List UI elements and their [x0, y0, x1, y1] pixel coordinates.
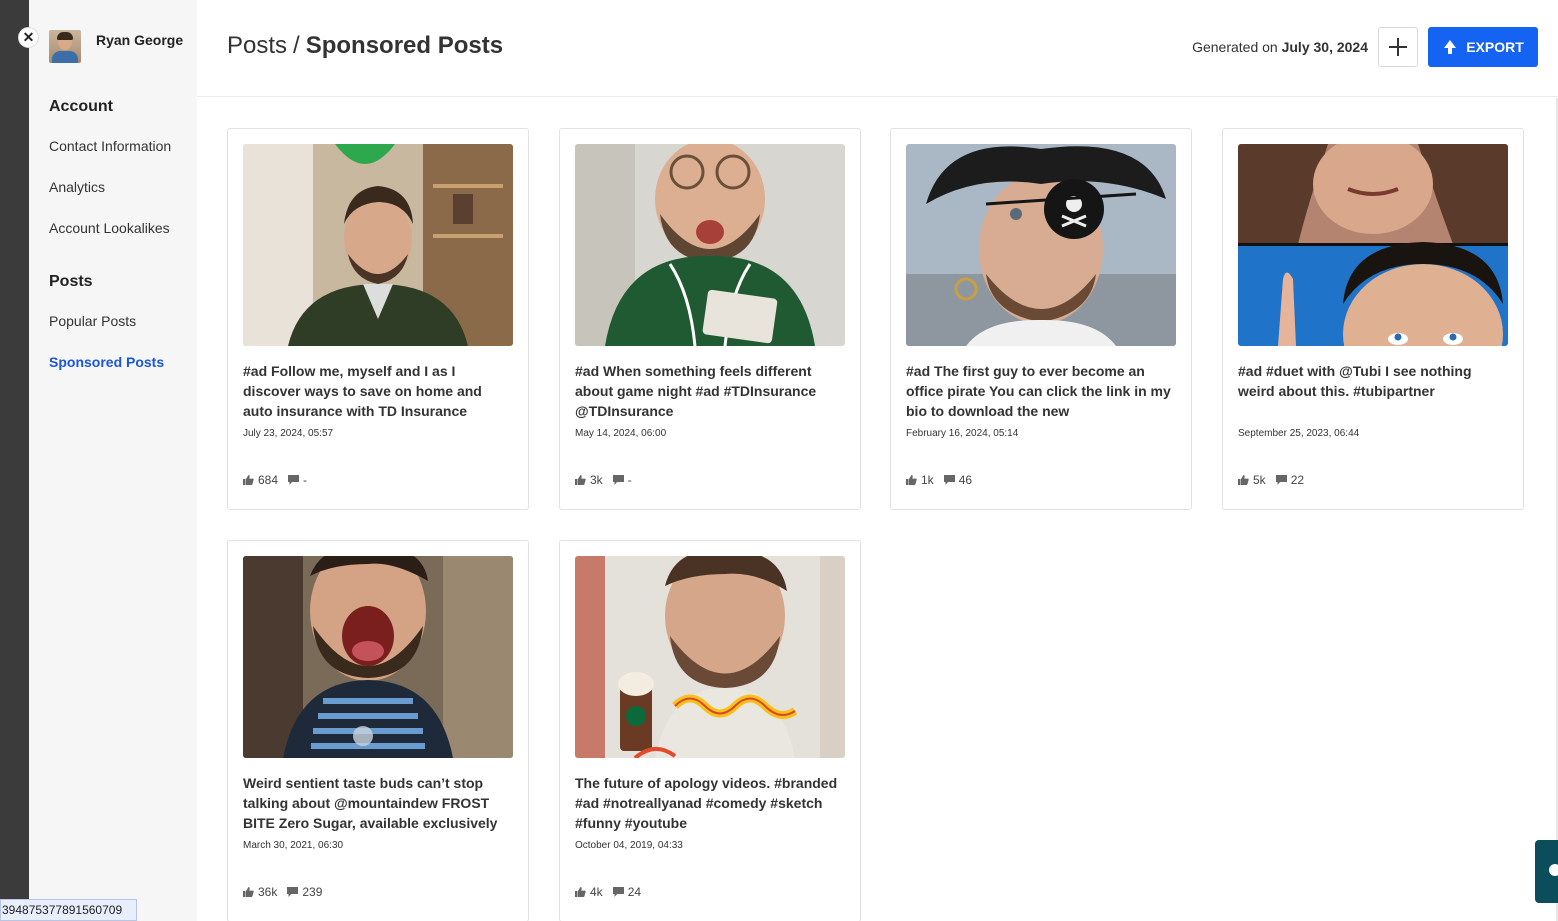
post-stats: 3k -: [575, 473, 642, 487]
post-caption: The future of apology videos. #branded #…: [575, 775, 838, 831]
comment-icon: [943, 475, 955, 485]
comment-count: -: [627, 473, 632, 487]
post-caption: Weird sentient taste buds can’t stop tal…: [243, 775, 498, 831]
post-card[interactable]: #ad #duet with @Tubi I see nothing weird…: [1222, 128, 1524, 510]
post-date: October 04, 2019, 04:33: [575, 840, 683, 851]
post-date: February 16, 2024, 05:14: [906, 428, 1019, 439]
status-id-tag: 394875377891560709: [0, 899, 137, 921]
comment-icon: [612, 887, 624, 897]
plus-icon: [1389, 38, 1407, 56]
sidebar-item-account-lookalikes[interactable]: Account Lookalikes: [49, 220, 170, 236]
post-stats: 1k 46: [906, 473, 982, 487]
post-caption: #ad The first guy to ever become an offi…: [906, 363, 1171, 419]
sidebar-heading-account: Account: [49, 98, 113, 115]
like-count: 36k: [258, 885, 278, 899]
post-thumbnail[interactable]: [243, 556, 513, 758]
post-card[interactable]: #ad Follow me, myself and I as I discove…: [227, 128, 529, 510]
like-count: 4k: [590, 885, 603, 899]
comment-count: 24: [627, 885, 642, 899]
posts-grid: #ad Follow me, myself and I as I discove…: [197, 98, 1558, 921]
sidebar: Ryan George Account Contact Information …: [29, 0, 197, 921]
thumbs-up-icon: [243, 475, 254, 485]
profile-name: Ryan George: [96, 32, 184, 48]
sidebar-item-analytics[interactable]: Analytics: [49, 179, 105, 195]
post-date: July 23, 2024, 05:57: [243, 428, 334, 439]
comment-count: 46: [958, 473, 973, 487]
export-label: EXPORT: [1466, 39, 1524, 55]
comment-icon: [1275, 475, 1287, 485]
sidebar-item-popular-posts[interactable]: Popular Posts: [49, 313, 136, 329]
thumbs-up-icon: [1238, 475, 1249, 485]
breadcrumb: Posts / Sponsored Posts: [227, 32, 503, 60]
window-left-strip: [0, 0, 29, 921]
breadcrumb-root[interactable]: Posts: [227, 32, 287, 59]
post-stats: 684 -: [243, 473, 317, 487]
post-stats: 36k 239: [243, 885, 332, 899]
generated-on-label: Generated on July 30, 2024: [1192, 39, 1368, 55]
breadcrumb-separator: /: [293, 32, 300, 59]
close-icon[interactable]: ✕: [18, 27, 39, 48]
post-caption: #ad #duet with @Tubi I see nothing weird…: [1238, 363, 1472, 399]
thumbs-up-icon: [243, 887, 254, 897]
export-button[interactable]: EXPORT: [1428, 27, 1538, 67]
post-thumbnail[interactable]: [575, 556, 845, 758]
export-icon: [1444, 40, 1457, 54]
chat-icon: [1549, 864, 1558, 876]
thumbs-up-icon: [575, 475, 586, 485]
sidebar-heading-posts: Posts: [49, 273, 93, 290]
post-thumbnail[interactable]: [575, 144, 845, 346]
post-thumbnail[interactable]: [243, 144, 513, 346]
post-caption: #ad When something feels different about…: [575, 363, 817, 419]
sidebar-item-sponsored-posts[interactable]: Sponsored Posts: [49, 354, 164, 370]
thumbs-up-icon: [906, 475, 917, 485]
post-thumbnail[interactable]: [906, 144, 1176, 346]
post-card[interactable]: #ad When something feels different about…: [559, 128, 861, 510]
profile: Ryan George: [49, 30, 183, 63]
like-count: 3k: [590, 473, 603, 487]
comment-count: -: [303, 473, 308, 487]
comment-icon: [612, 475, 624, 485]
sidebar-item-contact-information[interactable]: Contact Information: [49, 138, 171, 154]
post-date: September 25, 2023, 06:44: [1238, 428, 1360, 439]
comment-icon: [287, 887, 299, 897]
thumbs-up-icon: [575, 887, 586, 897]
page-header: Posts / Sponsored Posts Generated on July …: [197, 0, 1558, 97]
post-card[interactable]: #ad The first guy to ever become an offi…: [890, 128, 1192, 510]
generated-date: July 30, 2024: [1281, 39, 1368, 55]
post-thumbnail[interactable]: [1238, 144, 1508, 346]
post-stats: 5k 22: [1238, 473, 1314, 487]
post-stats: 4k 24: [575, 885, 651, 899]
post-card[interactable]: The future of apology videos. #branded #…: [559, 540, 861, 921]
like-count: 684: [258, 473, 279, 487]
chat-widget-button[interactable]: [1535, 840, 1558, 903]
comment-count: 22: [1290, 473, 1305, 487]
comment-icon: [288, 475, 300, 485]
avatar: [49, 30, 81, 63]
post-date: March 30, 2021, 06:30: [243, 840, 344, 851]
add-button[interactable]: [1378, 27, 1418, 67]
post-date: May 14, 2024, 06:00: [575, 428, 667, 439]
generated-prefix: Generated on: [1192, 39, 1278, 55]
comment-count: 239: [302, 885, 323, 899]
like-count: 5k: [1253, 473, 1266, 487]
like-count: 1k: [921, 473, 934, 487]
post-card[interactable]: Weird sentient taste buds can’t stop tal…: [227, 540, 529, 921]
page-title: Sponsored Posts: [305, 32, 504, 59]
post-caption: #ad Follow me, myself and I as I discove…: [243, 363, 482, 419]
